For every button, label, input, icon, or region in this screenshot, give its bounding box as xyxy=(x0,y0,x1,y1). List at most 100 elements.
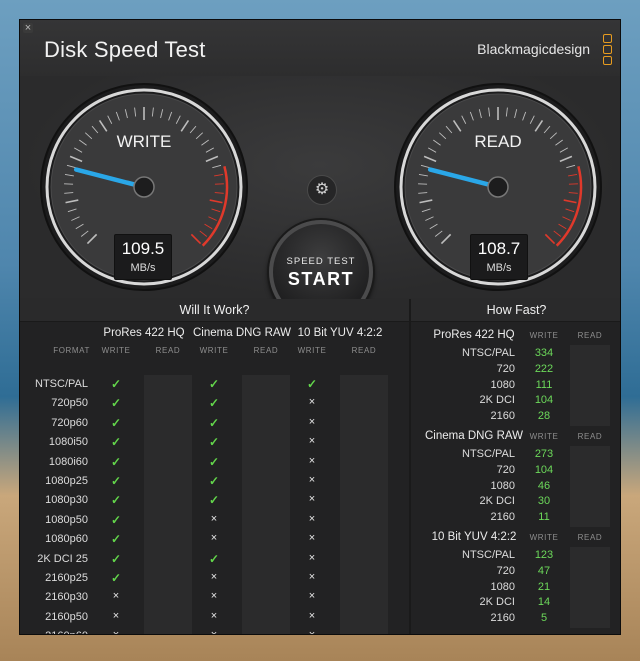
read-speed-unit: MB/s xyxy=(486,262,512,274)
how-fast-write-header: WRITE xyxy=(529,533,559,542)
gauge-area: WRITE 109.5 MB/s ⚙ SPEED TEST START READ… xyxy=(20,76,620,324)
how-fast-read-header: READ xyxy=(577,331,603,340)
how-fast-write-value: 5 xyxy=(540,612,548,625)
how-fast-format: 2160 xyxy=(490,410,515,423)
how-fast-header: How Fast? xyxy=(411,299,620,322)
how-fast-read-column xyxy=(570,446,610,527)
write-gauge-label: WRITE xyxy=(117,132,172,151)
how-fast-format: NTSC/PAL xyxy=(462,347,515,359)
cross-icon: × xyxy=(308,435,316,448)
read-speed-value: 108.7 xyxy=(477,239,521,258)
read-gauge-label: READ xyxy=(474,132,521,151)
codec-header: Cinema DNG RAW xyxy=(193,327,291,339)
cross-icon: × xyxy=(308,474,316,486)
check-icon: ✓ xyxy=(208,551,220,566)
format-label: 2K DCI 25 xyxy=(37,552,88,565)
cross-icon: × xyxy=(308,590,316,603)
panel-divider xyxy=(409,299,411,634)
read-column xyxy=(340,375,388,634)
read-readout: 108.7 MB/s xyxy=(470,234,528,280)
check-icon: ✓ xyxy=(208,454,220,469)
write-needle-hub xyxy=(133,176,155,198)
cross-icon: × xyxy=(210,532,218,545)
how-fast-format: 1080 xyxy=(490,378,515,391)
how-fast-format: 720 xyxy=(496,463,515,476)
cross-icon: × xyxy=(308,493,316,506)
cross-icon: × xyxy=(210,590,218,603)
how-fast-write-value: 28 xyxy=(537,410,551,423)
check-icon: ✓ xyxy=(110,377,122,391)
format-label: 1080p50 xyxy=(45,513,88,526)
format-label: 1080i60 xyxy=(48,455,88,468)
check-icon: ✓ xyxy=(208,474,220,488)
settings-gear-icon[interactable]: ⚙ xyxy=(307,175,337,205)
cross-icon: × xyxy=(308,571,316,583)
how-fast-write-value: 123 xyxy=(534,549,554,561)
format-label: 1080p60 xyxy=(45,533,88,546)
how-fast-read-column xyxy=(570,345,610,426)
format-label: 1080p25 xyxy=(45,475,88,487)
how-fast-write-value: 21 xyxy=(537,580,551,593)
title-bar: × Disk Speed Test Blackmagicdesign xyxy=(20,20,620,76)
how-fast-format: 1080 xyxy=(490,479,515,492)
check-icon: ✓ xyxy=(110,512,122,527)
how-fast-format: 2160 xyxy=(490,511,515,524)
read-column-header: READ xyxy=(351,346,377,355)
read-needle-hub xyxy=(487,176,509,198)
how-fast-codec: 10 Bit YUV 4:2:2 xyxy=(431,531,517,543)
write-column-header: WRITE xyxy=(101,346,131,355)
will-it-work-header: Will It Work? xyxy=(20,299,409,322)
cross-icon: × xyxy=(112,609,120,622)
how-fast-write-value: 104 xyxy=(534,463,554,476)
how-fast-format: 2K DCI xyxy=(479,495,515,508)
check-icon: ✓ xyxy=(110,532,122,547)
check-icon: ✓ xyxy=(208,396,220,411)
check-icon: ✓ xyxy=(110,474,122,488)
cross-icon: × xyxy=(308,551,316,564)
how-fast-format: NTSC/PAL xyxy=(462,549,515,561)
how-fast-read-column xyxy=(570,547,610,628)
how-fast-write-header: WRITE xyxy=(529,331,559,340)
cross-icon: × xyxy=(210,609,218,622)
how-fast-write-value: 334 xyxy=(534,347,554,359)
write-column-header: WRITE xyxy=(297,346,327,355)
check-icon: ✓ xyxy=(110,571,122,585)
close-button[interactable]: × xyxy=(23,23,33,34)
how-fast-format: 2K DCI xyxy=(479,596,515,609)
how-fast-write-header: WRITE xyxy=(529,432,559,441)
cross-icon: × xyxy=(292,629,332,634)
cross-icon: × xyxy=(210,571,218,583)
how-fast-codec: ProRes 422 HQ xyxy=(433,329,515,341)
check-icon: ✓ xyxy=(110,415,122,430)
how-fast-write-value: 104 xyxy=(534,394,554,407)
codec-header: ProRes 422 HQ xyxy=(103,327,185,339)
cross-icon: × xyxy=(308,415,316,428)
cross-icon: × xyxy=(96,629,136,634)
cross-icon: × xyxy=(210,512,218,525)
format-label: 2160p60 xyxy=(20,630,88,634)
app-window: × Disk Speed Test Blackmagicdesign WRITE… xyxy=(19,19,621,635)
read-column-header: READ xyxy=(155,346,181,355)
check-icon: ✓ xyxy=(208,377,220,391)
how-fast-read-header: READ xyxy=(577,432,603,441)
write-readout: 109.5 MB/s xyxy=(114,234,172,280)
cross-icon: × xyxy=(308,454,316,467)
app-title: Disk Speed Test xyxy=(44,37,206,62)
check-icon: ✓ xyxy=(110,454,122,469)
how-fast-write-value: 111 xyxy=(535,378,553,391)
cross-icon: × xyxy=(308,396,316,409)
cross-icon: × xyxy=(308,609,316,622)
how-fast-write-value: 47 xyxy=(537,564,551,577)
brand-logo-icon xyxy=(603,34,612,67)
check-icon: ✓ xyxy=(110,493,122,508)
check-icon: ✓ xyxy=(208,415,220,430)
format-column-header: FORMAT xyxy=(53,346,90,355)
start-button-label-top: SPEED TEST xyxy=(286,256,356,267)
format-label: 720p60 xyxy=(51,416,88,429)
cross-icon: × xyxy=(112,590,120,603)
write-speed-unit: MB/s xyxy=(130,262,156,274)
check-icon: ✓ xyxy=(208,435,220,450)
start-button-label: START xyxy=(287,269,355,289)
check-icon: ✓ xyxy=(110,396,122,411)
read-column xyxy=(242,375,290,634)
